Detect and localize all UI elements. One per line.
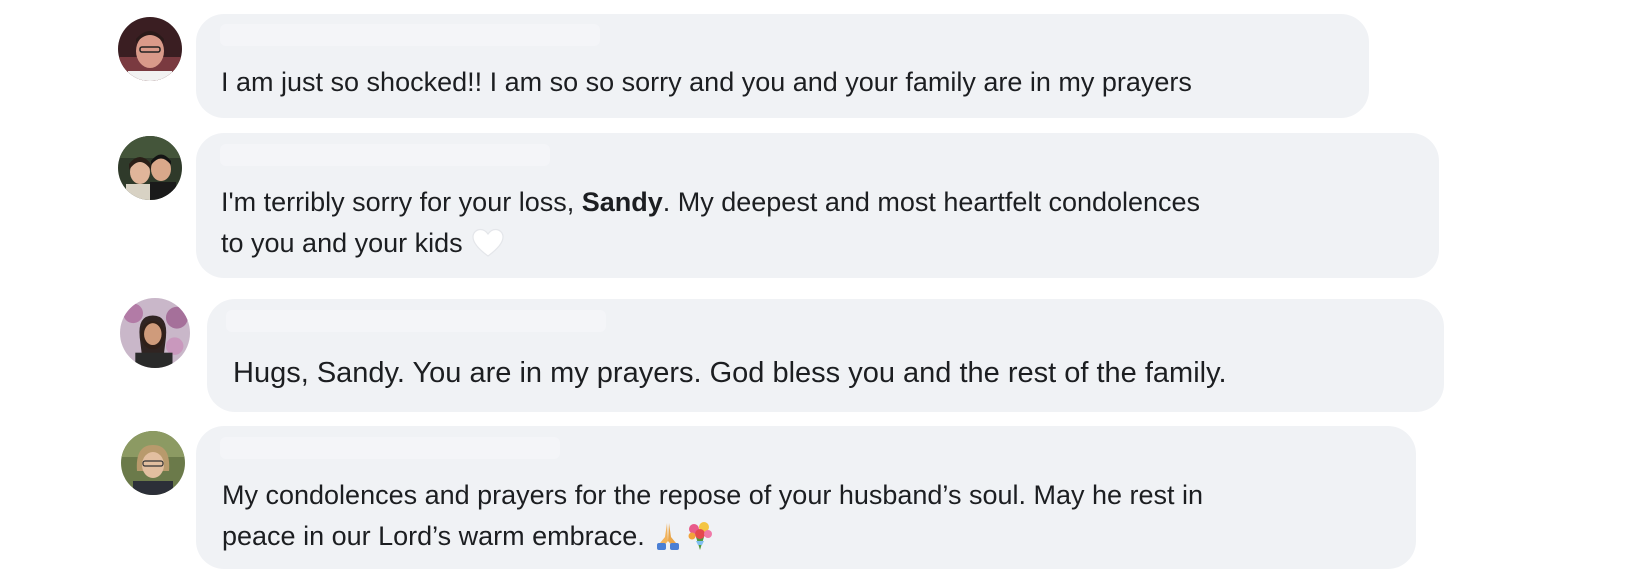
comment-text-line-1: My condolences and prayers for the repos… xyxy=(222,480,1204,510)
avatar[interactable] xyxy=(121,431,185,495)
avatar[interactable] xyxy=(118,136,182,200)
avatar[interactable] xyxy=(120,298,190,368)
comment-text: Hugs, Sandy. You are in my prayers. God … xyxy=(233,357,1227,389)
comment-text-line-2: peace in our Lord’s warm embrace. xyxy=(222,516,716,556)
author-name-redacted[interactable] xyxy=(226,310,606,332)
author-name-redacted[interactable] xyxy=(220,437,560,459)
comment-text: I am just so shocked!! I am so so sorry … xyxy=(221,67,1192,97)
avatar[interactable] xyxy=(118,17,182,81)
mention-link[interactable]: Sandy xyxy=(582,187,663,217)
white-heart-icon xyxy=(471,228,505,258)
author-name-redacted[interactable] xyxy=(220,24,600,46)
author-name-redacted[interactable] xyxy=(220,144,550,166)
comment-text-line-2: to you and your kids xyxy=(221,223,505,263)
bouquet-icon xyxy=(684,519,716,551)
praying-hands-icon xyxy=(652,519,684,551)
comment-text-line-1: I'm terribly sorry for your loss, Sandy.… xyxy=(221,187,1201,217)
